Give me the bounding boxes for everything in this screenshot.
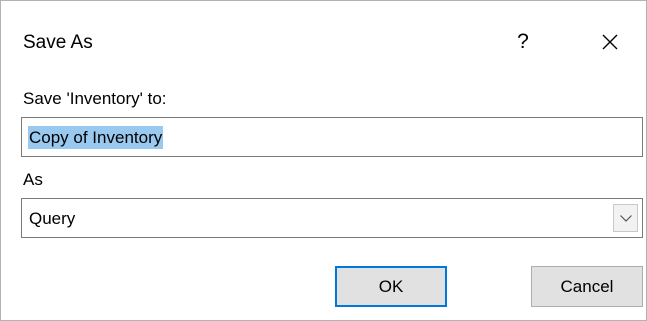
- as-type-value: Query: [29, 209, 76, 228]
- title-bar[interactable]: Save As ?: [1, 1, 646, 81]
- dropdown-button[interactable]: [613, 204, 638, 232]
- dialog-title: Save As: [23, 32, 93, 53]
- cancel-button[interactable]: Cancel: [531, 266, 643, 307]
- save-to-label: Save 'Inventory' to:: [23, 89, 167, 108]
- chevron-down-icon: [620, 215, 632, 222]
- help-button[interactable]: ?: [506, 25, 540, 59]
- save-name-value[interactable]: Copy of Inventory: [28, 126, 164, 149]
- ok-button[interactable]: OK: [335, 266, 447, 307]
- as-label: As: [23, 170, 43, 189]
- as-type-select[interactable]: Query: [21, 198, 643, 238]
- close-button[interactable]: [593, 25, 627, 59]
- save-as-dialog: Save As ? Save 'Inventory' to: Copy of I…: [0, 0, 647, 321]
- save-name-input[interactable]: Copy of Inventory: [21, 117, 643, 157]
- close-icon: [602, 34, 618, 50]
